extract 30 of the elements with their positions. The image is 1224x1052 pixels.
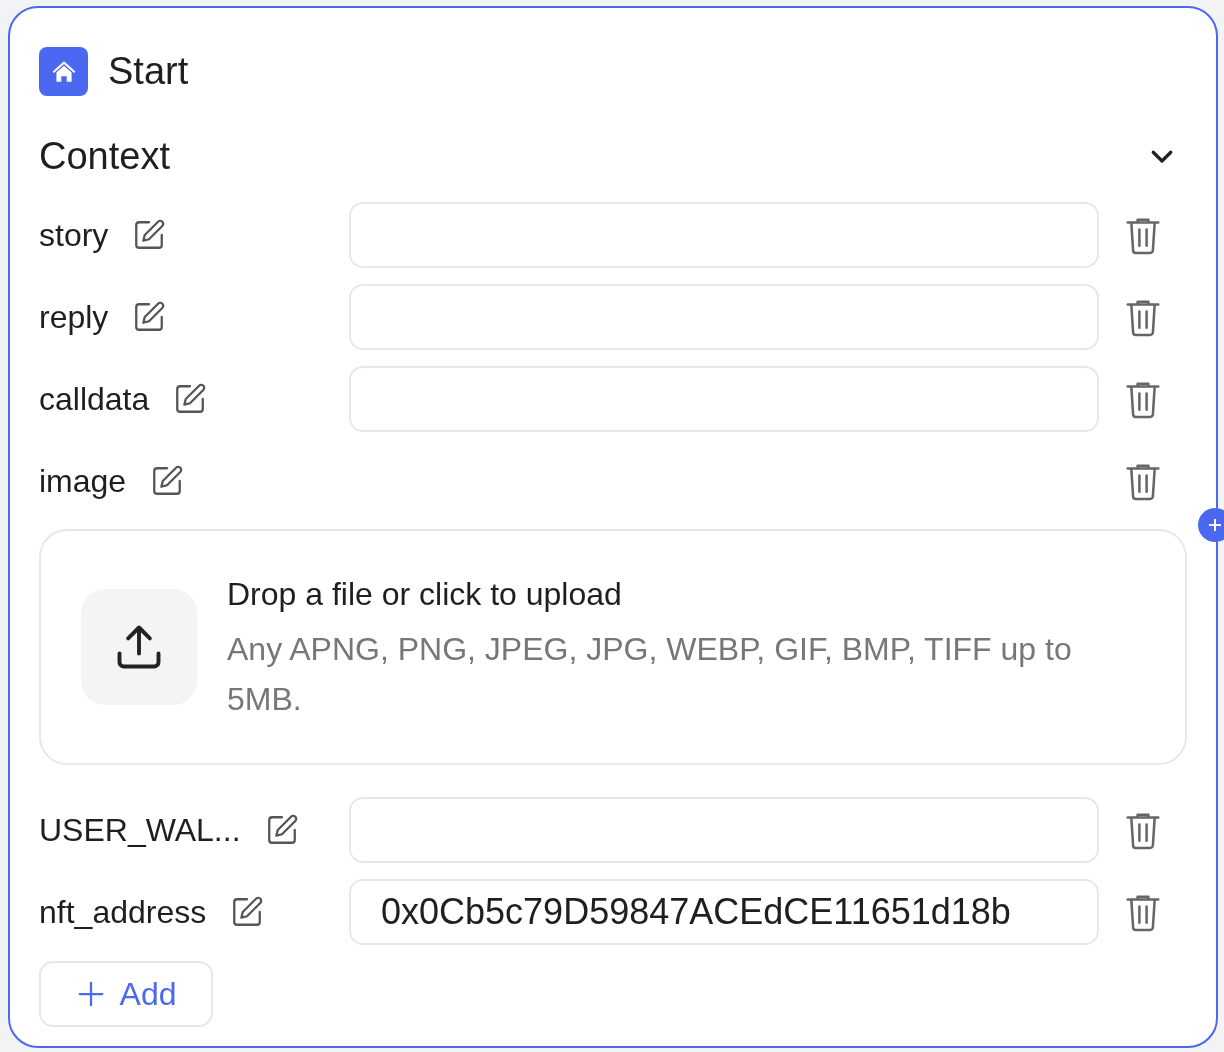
field-name: USER_WAL... xyxy=(39,811,241,850)
delete-icon[interactable] xyxy=(1125,892,1161,932)
edit-icon[interactable] xyxy=(132,218,167,252)
node-title: Start xyxy=(108,49,189,94)
delete-icon[interactable] xyxy=(1125,215,1161,255)
field-name: reply xyxy=(39,298,109,337)
field-name: story xyxy=(39,216,109,255)
value-field[interactable] xyxy=(349,202,1099,268)
section-title: Context xyxy=(39,133,170,179)
field-name: image xyxy=(39,462,127,501)
value-field[interactable] xyxy=(349,366,1099,432)
home-icon xyxy=(39,47,88,96)
upload-hint: Any APNG, PNG, JPEG, JPG, WEBP, GIF, BMP, TIFF up to 5MB. xyxy=(227,630,1073,719)
delete-icon[interactable] xyxy=(1125,379,1161,419)
field-name: nft_address xyxy=(39,893,207,932)
delete-icon[interactable] xyxy=(1125,297,1161,337)
delete-icon[interactable] xyxy=(1125,810,1161,850)
edit-icon[interactable] xyxy=(132,300,167,334)
upload-dropzone[interactable]: Drop a file or click to upload Any APNG, PNG, JPEG, JPG, WEBP, GIF, BMP, TIFF up to 5MB. xyxy=(39,529,1187,765)
value-field[interactable] xyxy=(349,797,1099,863)
value-field[interactable]: 0x0Cb5c79D59847ACEdCE11651d18b xyxy=(349,879,1099,945)
edit-icon[interactable] xyxy=(173,382,208,416)
edit-icon[interactable] xyxy=(150,464,185,498)
add-button[interactable]: Add xyxy=(39,961,213,1027)
delete-icon[interactable] xyxy=(1125,461,1161,501)
edit-icon[interactable] xyxy=(230,895,265,929)
upload-icon xyxy=(81,589,197,705)
value-field[interactable] xyxy=(349,284,1099,350)
field-name: calldata xyxy=(39,380,150,419)
upload-title: Drop a file or click to upload xyxy=(227,575,623,614)
